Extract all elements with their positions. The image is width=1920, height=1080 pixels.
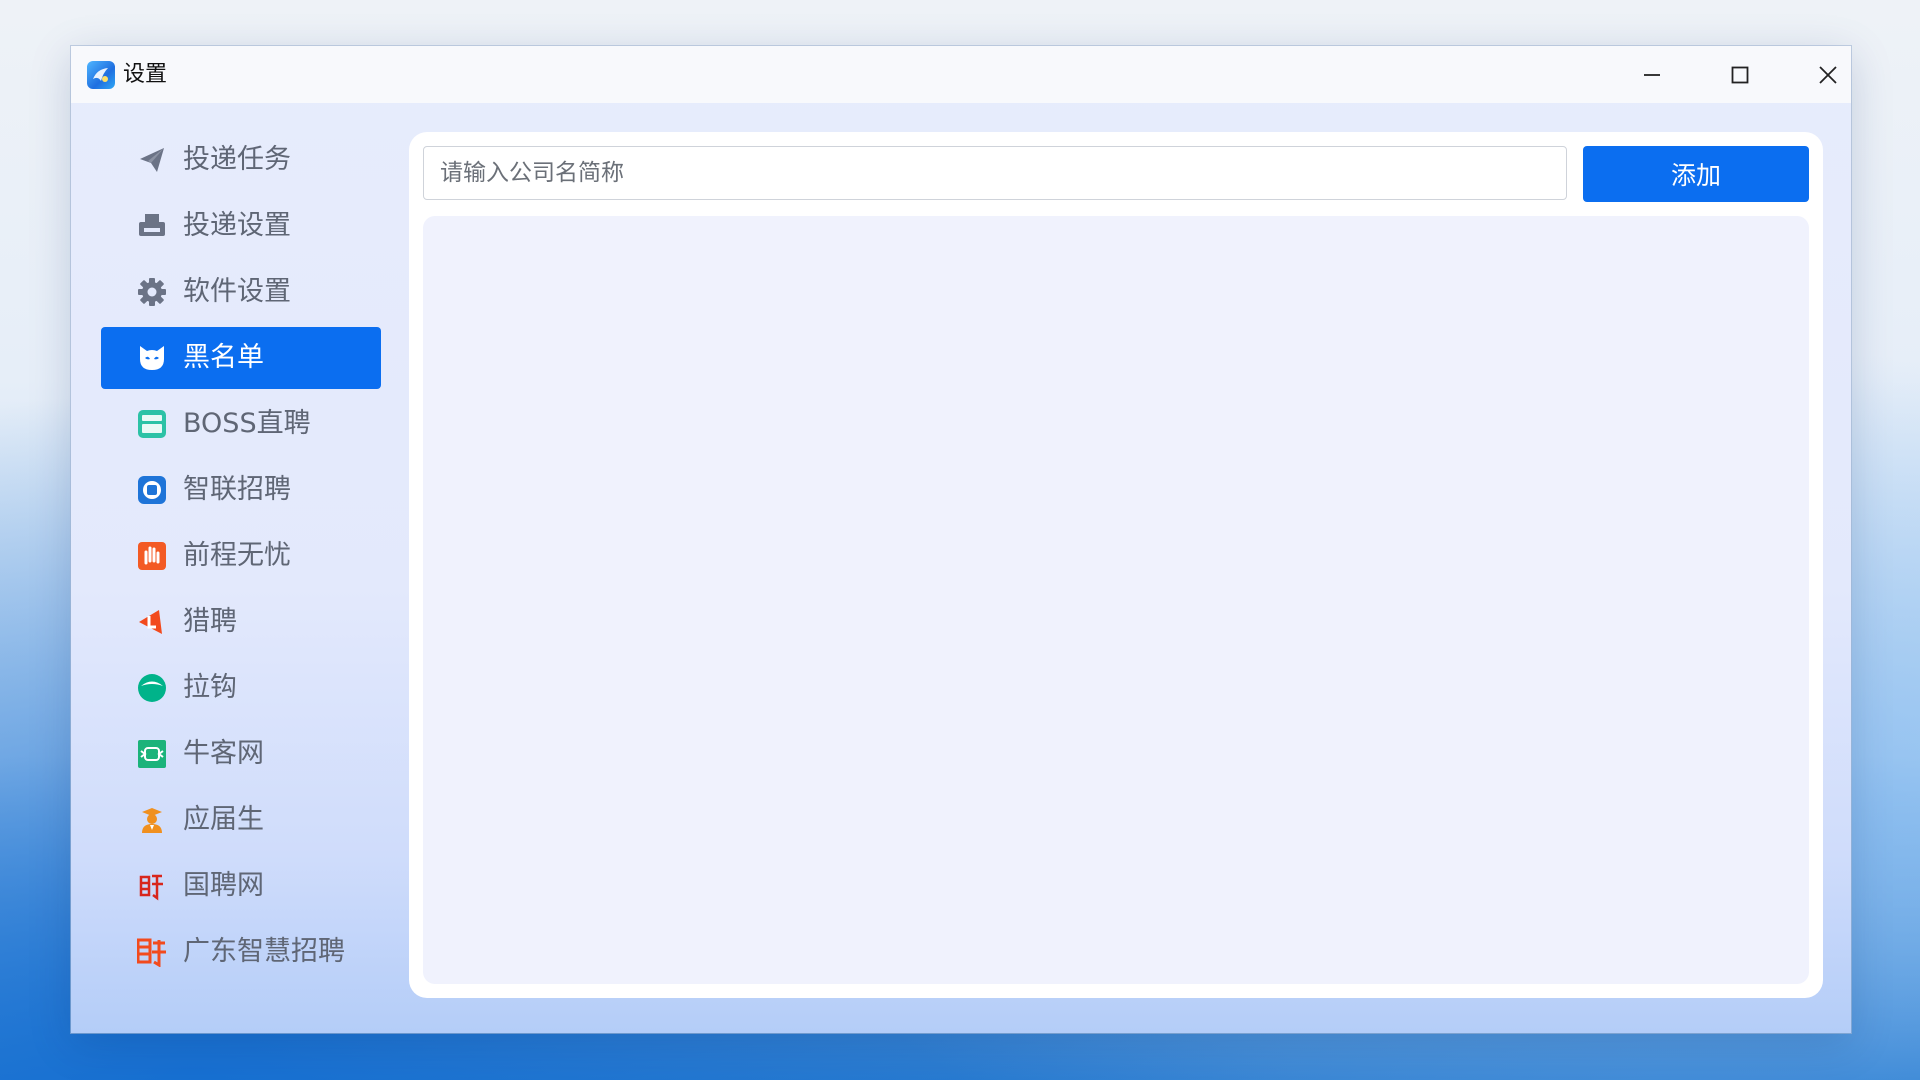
- sidebar-item-label: 牛客网: [183, 738, 264, 769]
- sidebar-item-liepin[interactable]: 猎聘: [101, 591, 381, 653]
- sidebar-item-label: 软件设置: [183, 276, 291, 307]
- sidebar-item-guangdong-pin[interactable]: 广东智慧招聘: [101, 921, 381, 983]
- sidebar-item-qiancheng[interactable]: 前程无忧: [101, 525, 381, 587]
- gear-icon: [138, 278, 166, 306]
- printer-icon: [139, 214, 165, 236]
- boss-zhipin-icon: [138, 410, 166, 438]
- qiancheng-icon: [138, 542, 166, 570]
- graduate-icon: [142, 808, 162, 833]
- zhilian-icon: [138, 476, 166, 504]
- paper-plane-icon: [140, 148, 164, 172]
- sidebar-item-label: 投递设置: [183, 210, 291, 241]
- sidebar-item-software-settings[interactable]: 软件设置: [101, 261, 381, 323]
- window-title: 设置: [123, 62, 168, 87]
- sidebar-item-label: 投递任务: [183, 144, 291, 175]
- settings-window: 设置 投递任务 投递设置 软件设置 黑名单 BOSS直聘 智联招聘 前程无忧 猎…: [71, 46, 1851, 1033]
- sidebar-item-nowcoder[interactable]: 牛客网: [101, 723, 381, 785]
- sidebar-item-label: 应届生: [183, 804, 264, 835]
- blacklist-list: [423, 216, 1809, 984]
- guopin-icon: [139, 874, 163, 901]
- sidebar-item-label: 拉钩: [183, 672, 237, 703]
- sidebar-item-label: 黑名单: [183, 342, 264, 373]
- sidebar-item-zhilian[interactable]: 智联招聘: [101, 459, 381, 521]
- close-button[interactable]: [1784, 46, 1872, 103]
- nowcoder-icon: [138, 740, 166, 768]
- sidebar-item-delivery-settings[interactable]: 投递设置: [101, 195, 381, 257]
- sidebar-item-graduate[interactable]: 应届生: [101, 789, 381, 851]
- close-icon: [1819, 65, 1837, 84]
- sidebar-item-label: 国聘网: [183, 870, 264, 901]
- sidebar-item-lagou[interactable]: 拉钩: [101, 657, 381, 719]
- sidebar-item-delivery-task[interactable]: 投递任务: [101, 129, 381, 191]
- liepin-icon: [139, 610, 162, 634]
- minimize-button[interactable]: [1608, 46, 1696, 103]
- sidebar-item-label: BOSS直聘: [183, 408, 311, 439]
- sidebar-item-blacklist[interactable]: 黑名单: [101, 327, 381, 389]
- lagou-icon: [138, 674, 166, 702]
- add-button[interactable]: 添加: [1583, 146, 1809, 202]
- sidebar-item-guopin[interactable]: 国聘网: [101, 855, 381, 917]
- sidebar-item-label: 智联招聘: [183, 474, 291, 505]
- minimize-icon: [1644, 73, 1660, 76]
- sidebar-item-label: 前程无忧: [183, 540, 291, 571]
- guangdong-pin-icon: [137, 938, 166, 967]
- sidebar-item-label: 广东智慧招聘: [183, 936, 345, 967]
- maximize-button[interactable]: [1696, 46, 1784, 103]
- maximize-icon: [1731, 66, 1749, 83]
- cat-mask-icon: [140, 346, 164, 370]
- sidebar-item-boss-zhipin[interactable]: BOSS直聘: [101, 393, 381, 455]
- company-name-input[interactable]: [423, 146, 1567, 200]
- blacklist-panel: 添加: [409, 132, 1823, 998]
- app-logo-icon: [87, 61, 115, 89]
- title-bar: 设置: [71, 46, 1851, 103]
- sidebar-item-label: 猎聘: [183, 606, 237, 637]
